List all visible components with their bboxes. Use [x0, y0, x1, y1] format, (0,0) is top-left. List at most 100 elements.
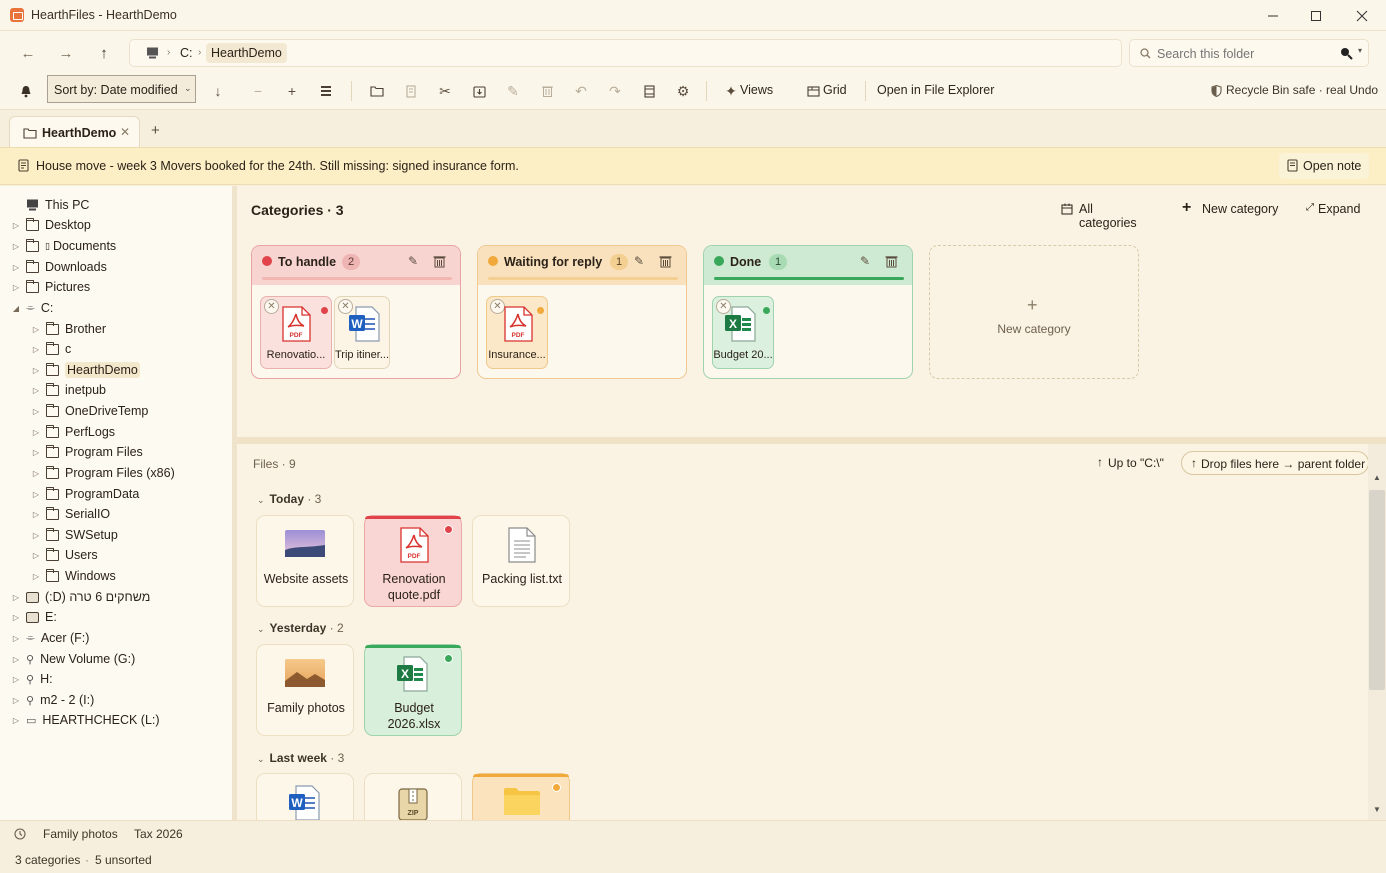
maximize-button[interactable]: [1293, 0, 1339, 31]
new-category-button[interactable]: + New category: [1176, 196, 1280, 222]
tree-item-downloads[interactable]: ▷ Downloads: [0, 257, 232, 277]
delete-icon[interactable]: [536, 81, 558, 101]
tree-item-drive-e[interactable]: ▷ E:: [0, 607, 232, 627]
expand-caret-icon[interactable]: ▷: [11, 716, 21, 725]
settings-gear-icon[interactable]: ⚙: [672, 81, 694, 101]
paste-icon[interactable]: [468, 81, 490, 101]
back-arrow-icon[interactable]: ←: [15, 40, 41, 66]
views-button[interactable]: Views: [740, 83, 773, 97]
file-card[interactable]: Packing list.txt: [472, 515, 570, 607]
expand-caret-icon[interactable]: ▷: [11, 655, 21, 664]
search-box[interactable]: ▾: [1129, 39, 1369, 67]
address-bar[interactable]: › C: › HearthDemo: [129, 39, 1122, 67]
expand-caret-icon[interactable]: ▷: [11, 263, 21, 272]
delete-icon[interactable]: [885, 255, 898, 268]
file-card[interactable]: Family photos: [256, 644, 354, 736]
category-file-thumb[interactable]: ✕ X Budget 20...: [712, 296, 774, 369]
tree-item-swsetup[interactable]: ▷ SWSetup: [0, 525, 232, 545]
expand-caret-icon[interactable]: ▷: [31, 531, 41, 540]
expand-caret-icon[interactable]: ▷: [11, 221, 21, 230]
grid-button[interactable]: Grid: [823, 83, 847, 97]
tree-item-desktop[interactable]: ▷ Desktop: [0, 215, 232, 235]
expand-caret-icon[interactable]: ▷: [31, 325, 41, 334]
cut-icon[interactable]: ✂: [434, 81, 456, 101]
edit-pencil-icon[interactable]: ✎: [860, 254, 870, 268]
scrollbar-thumb[interactable]: [1369, 490, 1385, 690]
tree-item-drive-d[interactable]: ▷ (:D) משחקים 6 טרה: [0, 587, 232, 607]
rename-icon[interactable]: ✎: [502, 81, 524, 101]
drop-to-parent-zone[interactable]: ↑ Drop files here → parent folder: [1181, 451, 1368, 475]
tree-item-program-files[interactable]: ▷ Program Files: [0, 442, 232, 462]
tree-item-perflogs[interactable]: ▷ PerfLogs: [0, 422, 232, 442]
copy-icon[interactable]: [400, 81, 422, 101]
tree-item-drive-l[interactable]: ▷ ▭ HEARTHCHECK (L:): [0, 710, 232, 730]
category-card-done[interactable]: Done 1 ✎ ✕ X Budget 20...: [703, 245, 913, 379]
recent-item[interactable]: Tax 2026: [134, 827, 183, 841]
tab-hearthdemo[interactable]: HearthDemo ✕: [9, 116, 140, 147]
group-header-today[interactable]: ⌄ Today · 3: [257, 492, 321, 506]
recent-item[interactable]: Family photos: [43, 827, 118, 841]
scroll-up-icon[interactable]: ▲: [1373, 473, 1381, 482]
category-file-thumb[interactable]: ✕ PDF Renovatio...: [260, 296, 332, 369]
forward-arrow-icon[interactable]: →: [53, 40, 79, 66]
tree-item-documents[interactable]: ▷ ▯ Documents: [0, 236, 232, 256]
delete-icon[interactable]: [433, 255, 446, 268]
up-to-parent-button[interactable]: ↑ Up to "C:\": [1093, 454, 1165, 474]
category-card-waiting-for-reply[interactable]: Waiting for reply 1 ✎ ✕ PDF Insurance...: [477, 245, 687, 379]
all-categories-button[interactable]: All categories: [1053, 196, 1153, 230]
expand-caret-icon[interactable]: ▷: [11, 675, 21, 684]
file-card[interactable]: PDF Renovation quote.pdf: [364, 515, 462, 607]
collapse-caret-icon[interactable]: ◢: [11, 304, 21, 313]
sort-direction-icon[interactable]: ↓: [207, 81, 229, 101]
minimize-button[interactable]: [1250, 0, 1296, 31]
tree-item-program-files-x86[interactable]: ▷ Program Files (x86): [0, 463, 232, 483]
search-input[interactable]: [1157, 45, 1337, 62]
tree-item-drive-g[interactable]: ▷ ⚲ New Volume (G:): [0, 649, 232, 669]
file-card[interactable]: [472, 773, 570, 820]
category-card-to-handle[interactable]: To handle 2 ✎ ✕ PDF Renovatio... ✕ W Tri…: [251, 245, 461, 379]
category-file-thumb[interactable]: ✕ W Trip itiner...: [334, 296, 390, 369]
sort-select[interactable]: Sort by: Date modified ⌄: [47, 75, 196, 103]
file-card[interactable]: ZIP: [364, 773, 462, 820]
expand-caret-icon[interactable]: ▷: [11, 613, 21, 622]
close-button[interactable]: [1339, 0, 1385, 31]
tree-item-drive-h[interactable]: ▷ ⚲ H:: [0, 669, 232, 689]
search-options-icon[interactable]: [1340, 47, 1353, 60]
tree-item-windows[interactable]: ▷ Windows: [0, 566, 232, 586]
expand-caret-icon[interactable]: ▷: [11, 634, 21, 643]
tree-item-users[interactable]: ▷ Users: [0, 545, 232, 565]
expand-caret-icon[interactable]: ▷: [31, 366, 41, 375]
open-in-file-explorer-button[interactable]: Open in File Explorer: [877, 83, 994, 97]
up-arrow-icon[interactable]: ↑: [91, 40, 117, 66]
expand-caret-icon[interactable]: ▷: [11, 696, 21, 705]
zoom-in-icon[interactable]: +: [281, 81, 303, 101]
remove-x-icon[interactable]: ✕: [264, 299, 279, 314]
file-card[interactable]: W: [256, 773, 354, 820]
new-folder-icon[interactable]: [366, 81, 388, 101]
tree-item-serialio[interactable]: ▷ SerialIO: [0, 504, 232, 524]
expand-caret-icon[interactable]: ▷: [11, 593, 21, 602]
undo-icon[interactable]: ↶: [570, 81, 592, 101]
notification-icon[interactable]: [15, 81, 37, 101]
tree-item-c[interactable]: ▷ c: [0, 339, 232, 359]
group-header-yesterday[interactable]: ⌄ Yesterday · 2: [257, 621, 344, 635]
tree-item-onedrivetemp[interactable]: ▷ OneDriveTemp: [0, 401, 232, 421]
expand-caret-icon[interactable]: ▷: [31, 551, 41, 560]
expand-caret-icon[interactable]: ▷: [31, 448, 41, 457]
properties-icon[interactable]: [638, 81, 660, 101]
expand-caret-icon[interactable]: ▷: [31, 572, 41, 581]
expand-button[interactable]: ⤢ Expand: [1300, 196, 1368, 222]
tree-item-pictures[interactable]: ▷ Pictures: [0, 277, 232, 297]
file-card[interactable]: Website assets: [256, 515, 354, 607]
tree-item-hearthdemo[interactable]: ▷ HearthDemo: [0, 360, 232, 380]
files-scrollbar[interactable]: ▲ ▼: [1368, 444, 1386, 820]
tree-item-this-pc[interactable]: This PC: [0, 195, 232, 215]
new-tab-button[interactable]: +: [151, 122, 160, 139]
expand-caret-icon[interactable]: ▷: [11, 242, 21, 251]
expand-caret-icon[interactable]: ▷: [31, 407, 41, 416]
expand-caret-icon[interactable]: ▷: [31, 345, 41, 354]
category-file-thumb[interactable]: ✕ PDF Insurance...: [486, 296, 548, 369]
tree-item-drive-i[interactable]: ▷ ⚲ m2 - 2 (I:): [0, 690, 232, 710]
search-dropdown-icon[interactable]: ▾: [1358, 46, 1362, 55]
breadcrumb-current-folder[interactable]: HearthDemo: [206, 43, 287, 63]
